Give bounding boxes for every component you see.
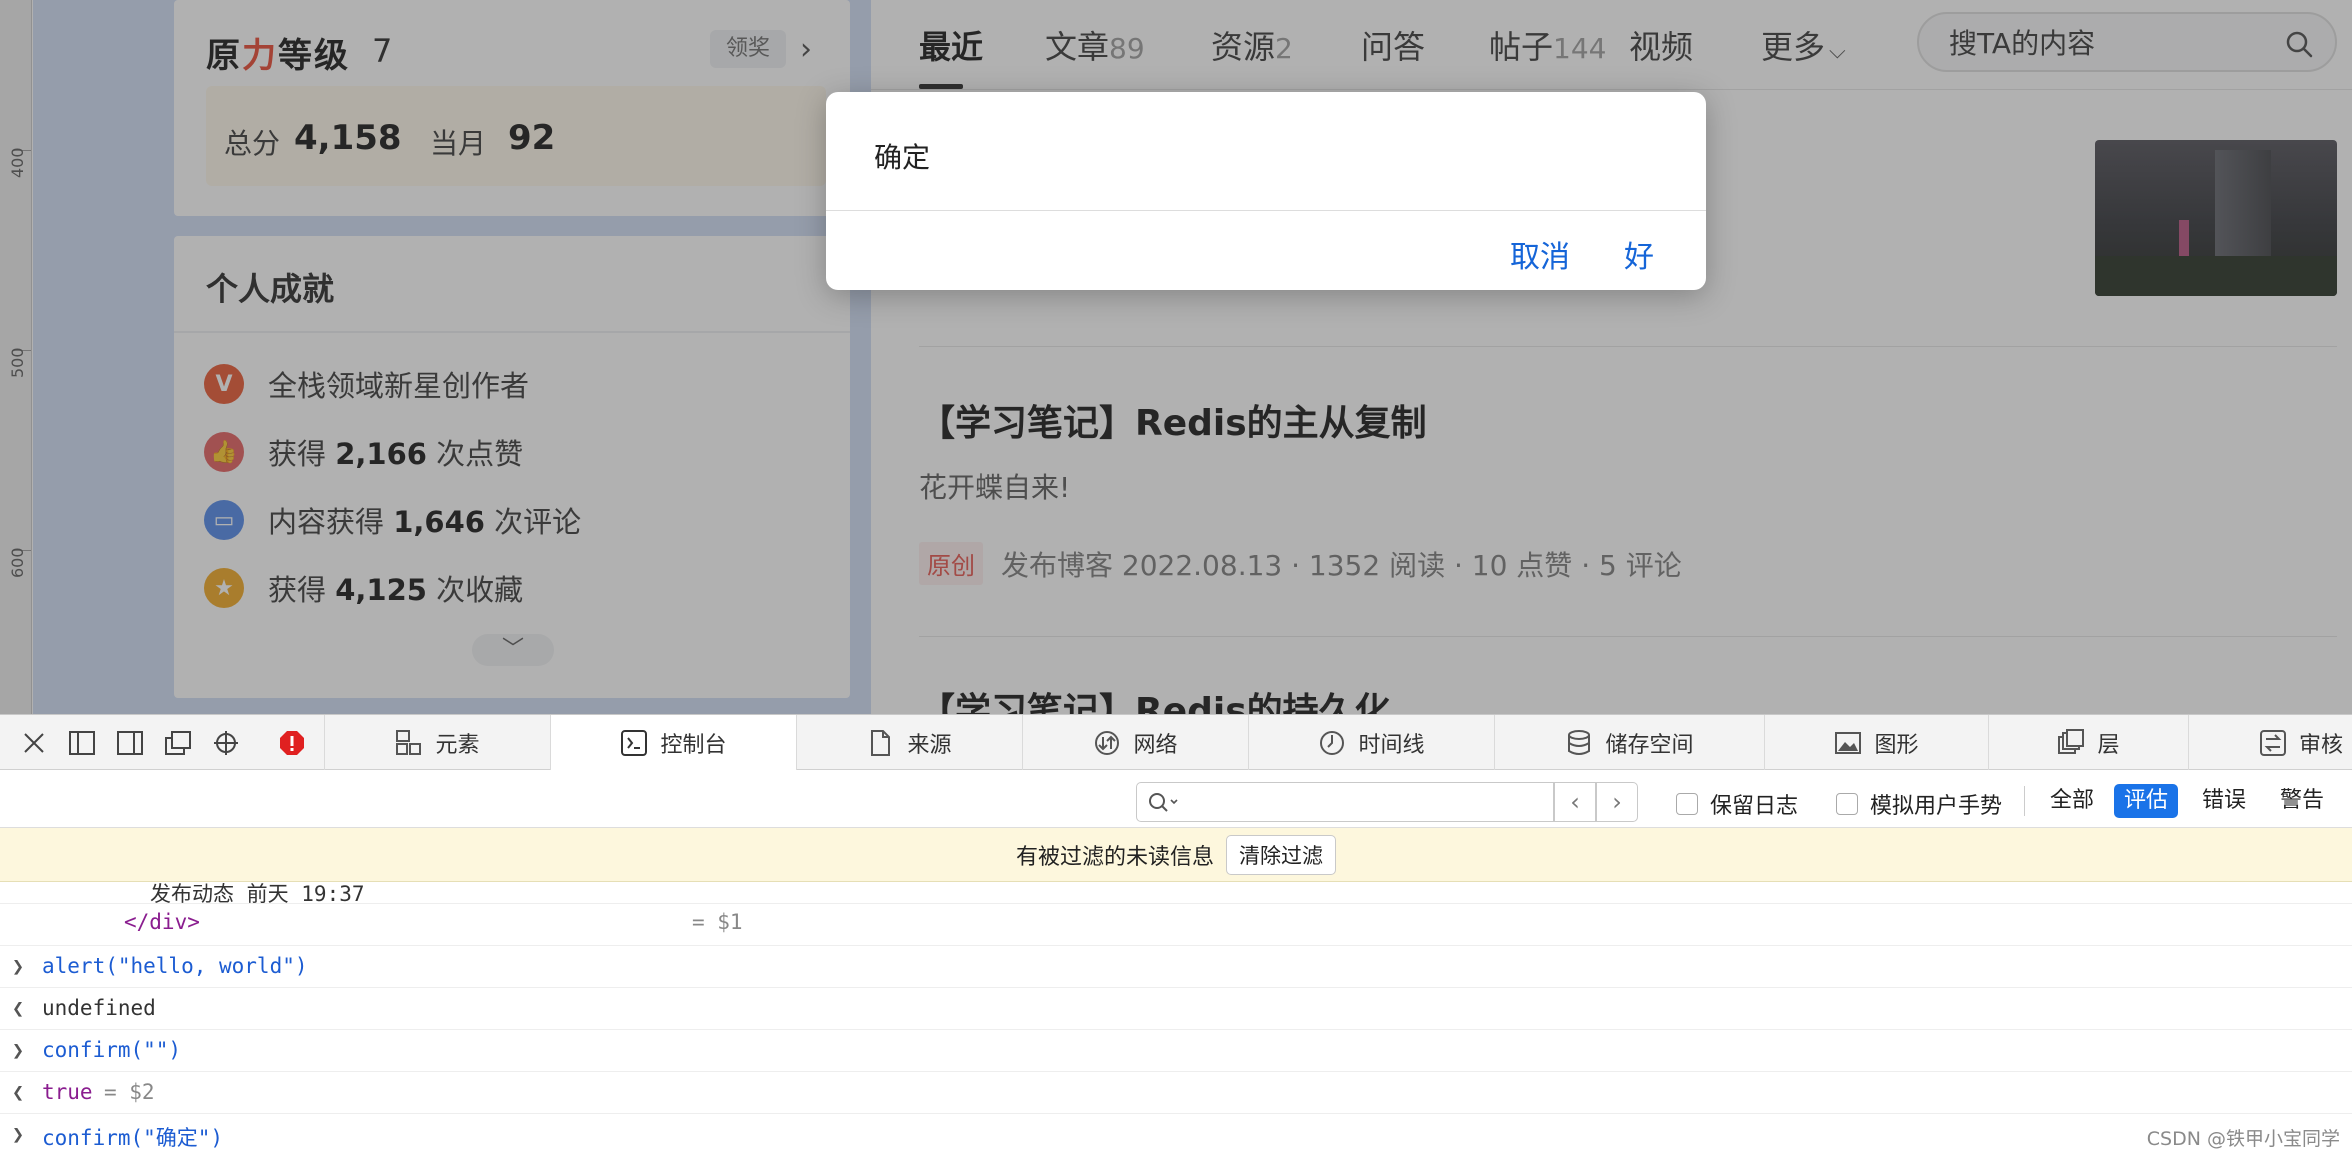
inspector-tab[interactable]: 控制台 (550, 715, 796, 770)
chevron-left-icon[interactable]: ‹ (1554, 782, 1596, 822)
inspector-tab[interactable]: 储存空间 (1494, 715, 1764, 770)
inspector-tab[interactable]: 图形 (1764, 715, 1988, 770)
search-icon (1149, 793, 1178, 812)
inspector-tab-label: 图形 (1874, 732, 1919, 758)
result-icon: ❮ (12, 996, 25, 1020)
ref-label: = $1 (692, 910, 743, 934)
prompt-icon: ❯ (12, 954, 25, 978)
banner-text: 有被过滤的未读信息 (1015, 844, 1214, 870)
storage-icon (1568, 729, 1591, 755)
dialog-cancel-button[interactable]: 取消 (1510, 232, 1570, 276)
inspector-toolbar: 元素 控制台 来源 网络 时间线 储存空间 图形 层 审核 (0, 714, 2352, 770)
level-filter-evaluations[interactable]: 评估 (2114, 784, 2179, 818)
checkbox-box[interactable] (1676, 793, 1698, 815)
inspector-tab[interactable]: 来源 (796, 715, 1022, 770)
console-icon (621, 729, 648, 756)
timeline-icon (1320, 730, 1345, 755)
watermark: CSDN @铁甲小宝同学 (2146, 1128, 2340, 1150)
undock-icon[interactable] (162, 727, 194, 759)
console-row: </div> = $1 (0, 904, 2352, 946)
dialog-divider (826, 210, 1706, 211)
inspector-tab[interactable]: 审核 (2188, 715, 2352, 770)
console-partial-row: 发布动态 前天 19:37 (0, 882, 2352, 906)
console-filter-input[interactable] (1183, 789, 1543, 815)
console-text: undefined (42, 996, 156, 1020)
console-text: confirm("确定") (42, 1126, 224, 1150)
layers-icon (2058, 728, 2085, 754)
sources-icon (871, 729, 891, 756)
clear-filters-button[interactable]: 清除过滤 (1226, 834, 1336, 875)
inspector-tab[interactable]: 网络 (1022, 715, 1248, 770)
result-icon: ❮ (12, 1080, 25, 1104)
inspector-tab[interactable]: 时间线 (1248, 715, 1494, 770)
level-filter-errors[interactable]: 错误 (2192, 784, 2256, 818)
console-input-row: ❯ confirm("") (0, 1030, 2352, 1072)
elements-icon (396, 729, 422, 755)
audit-icon (2260, 729, 2286, 756)
network-icon (1095, 730, 1120, 755)
web-page: 400 500 600 原力等级 7 领奖 › 总分 4,158 当月 92 个… (0, 0, 2352, 714)
preserve-log-checkbox[interactable]: 保留日志 (1676, 788, 1798, 820)
confirm-dialog: 确定 取消 好 (826, 92, 1706, 290)
chevron-right-icon[interactable]: › (1596, 782, 1638, 822)
divider (2024, 786, 2025, 816)
console-log[interactable]: 发布动态 前天 19:37 </div> = $1 ❯ alert("hello,… (0, 882, 2352, 1156)
prompt-icon: ❯ (12, 1038, 25, 1062)
dock-right-icon[interactable] (114, 727, 146, 759)
html-close-tag: </div> (124, 910, 200, 934)
console-filter-bar: ‹ › 保留日志 模拟用户手势 全部 评估 错误 警告 (0, 770, 2352, 828)
inspector-tab-label: 审核 (2299, 732, 2344, 758)
inspector-tab[interactable]: 元素 (324, 715, 550, 770)
level-filter-warnings[interactable]: 警告 (2270, 784, 2334, 818)
dialog-ok-button[interactable]: 好 (1624, 232, 1654, 276)
inspector-tab-label: 元素 (435, 732, 480, 758)
level-filter-all[interactable]: 全部 (2040, 784, 2104, 818)
inspector-tab[interactable]: 层 (1988, 715, 2188, 770)
simulate-gesture-checkbox[interactable]: 模拟用户手势 (1836, 788, 2002, 820)
inspector-tab-label: 时间线 (1358, 732, 1425, 758)
error-indicator-icon[interactable] (276, 727, 308, 759)
console-text: confirm("") (42, 1038, 182, 1062)
checkbox-box[interactable] (1836, 793, 1858, 815)
prompt-icon: ❯ (12, 1122, 25, 1146)
element-picker-icon[interactable] (210, 727, 242, 759)
inspector-tab-label: 来源 (907, 732, 952, 758)
dock-left-icon[interactable] (66, 727, 98, 759)
console-output-row: ❮ true = $2 (0, 1072, 2352, 1114)
console-input-row: ❯ alert("hello, world") (0, 946, 2352, 988)
inspector-tab-label: 网络 (1133, 732, 1178, 758)
inspector-tab-label: 控制台 (660, 732, 727, 758)
dialog-message: 确定 (874, 141, 931, 174)
filtered-messages-banner: 有被过滤的未读信息 清除过滤 (0, 828, 2352, 882)
ref-label: = $2 (104, 1080, 155, 1104)
inspector-tab-label: 储存空间 (1605, 732, 1694, 758)
console-text: true (42, 1080, 93, 1104)
close-icon[interactable] (18, 727, 50, 759)
console-output-row: ❮ undefined (0, 988, 2352, 1030)
inspector-tab-label: 层 (2097, 732, 2120, 758)
console-input-row: ❯ confirm("确定") (0, 1114, 2352, 1156)
screenshot-root: 400 500 600 原力等级 7 领奖 › 总分 4,158 当月 92 个… (0, 0, 2352, 1156)
console-filter-field[interactable] (1136, 782, 1554, 822)
web-inspector: 元素 控制台 来源 网络 时间线 储存空间 图形 层 审核 ‹ › 保留日志 模拟用户手势 全部… (0, 714, 2352, 1156)
console-text: alert("hello, world") (42, 954, 308, 978)
graphics-icon (1835, 731, 1862, 754)
